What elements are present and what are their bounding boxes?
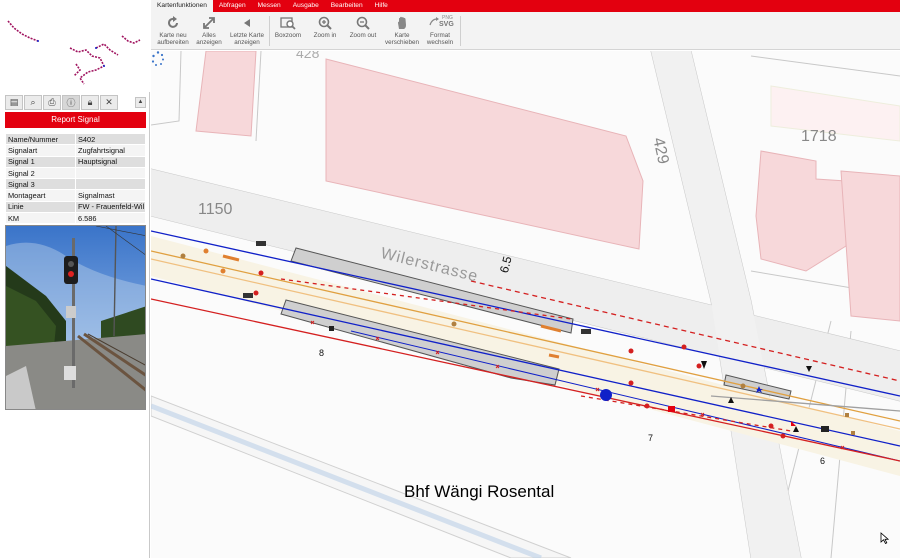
attribute-value: FW - Frauenfeld-Wil [75, 200, 146, 214]
menu-bar: Kartenfunktionen Abfragen Messen Ausgabe… [151, 0, 900, 12]
attribute-value: S402 [75, 132, 146, 146]
toolbar-separator [460, 16, 461, 46]
boxzoom-label: Boxzoom [274, 32, 302, 39]
search-icon: ⌕ [30, 96, 36, 107]
format-label-2: wechseln [426, 39, 454, 46]
overview-map[interactable] [0, 0, 150, 92]
tab-hilfe[interactable]: Hilfe [369, 0, 394, 12]
info-icon: ⓘ [66, 97, 76, 108]
attribute-key: Name/Nummer [5, 132, 76, 146]
chevron-up-icon: ▲ [137, 99, 144, 105]
track-label-7: 7 [648, 433, 654, 443]
track-label-8: 8 [319, 348, 325, 358]
boxzoom-icon [280, 17, 296, 30]
bike-path [151, 395, 572, 558]
attribute-row: Signal 1 Hauptsignal [5, 155, 146, 168]
lock-tool-button[interactable]: 🔒︎ [81, 94, 99, 110]
show-all-label-1: Alles [202, 32, 216, 39]
lock-icon: 🔒︎ [87, 96, 93, 107]
collapse-panel-button[interactable]: ▲ [135, 96, 146, 108]
last-map-label-1: Letzte Karte [230, 32, 264, 39]
attribute-value: Hauptsignal [75, 155, 146, 168]
attribute-key: Signal 3 [5, 178, 76, 191]
tab-abfragen[interactable]: Abfragen [213, 0, 252, 12]
attribute-key: Linie [5, 200, 76, 214]
format-badge-svg: SVG [439, 21, 454, 28]
attribute-key: Signal 1 [5, 155, 76, 168]
attribute-table: Name/Nummer S402 Signalart Zugfahrtsignal Si… [5, 132, 146, 225]
search-tool-button[interactable]: ⌕ [24, 94, 42, 110]
expand-icon [203, 17, 215, 29]
report-title: Report Signal [5, 112, 146, 128]
zoom-out-icon [356, 16, 370, 30]
tab-bearbeiten[interactable]: Bearbeiten [325, 0, 369, 12]
attribute-key: Signal 2 [5, 166, 76, 180]
station-label: Bhf Wängi Rosental [404, 482, 555, 501]
reload-map-button[interactable]: Karte neu aufbereiten [153, 14, 193, 48]
pan-label-1: Karte [394, 32, 410, 39]
attribute-key: Montageart [5, 189, 76, 202]
tools-tool-button[interactable]: ✕ [100, 94, 118, 110]
map-canvas[interactable]: 1150 1718 429 428 Wilerstrasse 6.5 8 7 6… [151, 51, 900, 558]
track-label-6: 6 [820, 456, 826, 466]
printer-icon: ⎙ [48, 96, 56, 107]
show-all-button[interactable]: Alles anzeigen [193, 14, 225, 48]
mouse-cursor-icon [880, 532, 889, 544]
attribute-key: Signalart [5, 144, 76, 157]
zoom-in-button[interactable]: Zoom in [309, 14, 341, 48]
format-switch-button[interactable]: PNG SVG Format wechseln [423, 14, 457, 48]
loading-spinner-icon [151, 51, 164, 66]
panel-toolbar: ▤ ⌕ ⎙ ⓘ 🔒︎ ✕ ▲ [5, 94, 146, 110]
zoom-out-button[interactable]: Zoom out [345, 14, 381, 48]
attribute-row: Linie FW - Frauenfeld-Wil [5, 200, 146, 214]
legend-tool-button[interactable]: ▤ [5, 94, 23, 110]
last-map-button[interactable]: Letzte Karte anzeigen [227, 14, 267, 48]
left-panel: ▤ ⌕ ⎙ ⓘ 🔒︎ ✕ ▲ Report Signal Name/Nummer… [0, 0, 150, 558]
format-label-1: Format [430, 32, 450, 39]
reload-label-2: aufbereiten [157, 39, 189, 46]
map-toolbar: Karte neu aufbereiten Alles anzeigen Let… [151, 12, 900, 50]
attribute-key: KM [5, 212, 76, 225]
back-arrow-icon [244, 19, 250, 27]
attribute-row: Montageart Signalmast [5, 189, 146, 202]
last-map-label-2: anzeigen [234, 39, 260, 46]
zoom-in-label: Zoom in [313, 32, 337, 39]
attribute-row: Signalart Zugfahrtsignal [5, 144, 146, 157]
document-icon: ▤ [9, 96, 19, 107]
zoom-out-label: Zoom out [349, 32, 377, 39]
toolbar-separator [269, 16, 270, 46]
attribute-value: 6.586 [75, 212, 146, 225]
pan-map-button[interactable]: Karte verschieben [383, 14, 421, 48]
hand-icon [398, 16, 406, 29]
attribute-value: Zugfahrtsignal [75, 144, 146, 157]
selected-signal-marker [600, 389, 612, 401]
tab-ausgabe[interactable]: Ausgabe [287, 0, 325, 12]
attribute-value [75, 178, 146, 191]
parcel-label-1150: 1150 [198, 201, 233, 218]
parcel-label-428: 428 [296, 51, 320, 61]
zoom-in-icon [318, 16, 332, 30]
tab-kartenfunktionen[interactable]: Kartenfunktionen [151, 0, 213, 12]
print-tool-button[interactable]: ⎙ [43, 94, 61, 110]
parcel-label-1718: 1718 [801, 128, 837, 145]
attribute-row: KM 6.586 [5, 212, 146, 225]
attribute-row: Name/Nummer S402 [5, 132, 146, 146]
attribute-value [75, 166, 146, 180]
attribute-row: Signal 3 [5, 178, 146, 191]
boxzoom-button[interactable]: Boxzoom [271, 14, 305, 48]
info-tool-button[interactable]: ⓘ [62, 94, 80, 110]
signal-photo[interactable] [5, 225, 146, 410]
attribute-row: Signal 2 [5, 166, 146, 180]
pan-label-2: verschieben [385, 39, 419, 46]
refresh-icon [168, 16, 178, 28]
show-all-label-2: anzeigen [196, 39, 222, 46]
tab-messen[interactable]: Messen [252, 0, 287, 12]
attribute-value: Signalmast [75, 189, 146, 202]
wrench-icon: ✕ [105, 96, 113, 107]
reload-label-1: Karte neu [159, 32, 187, 39]
